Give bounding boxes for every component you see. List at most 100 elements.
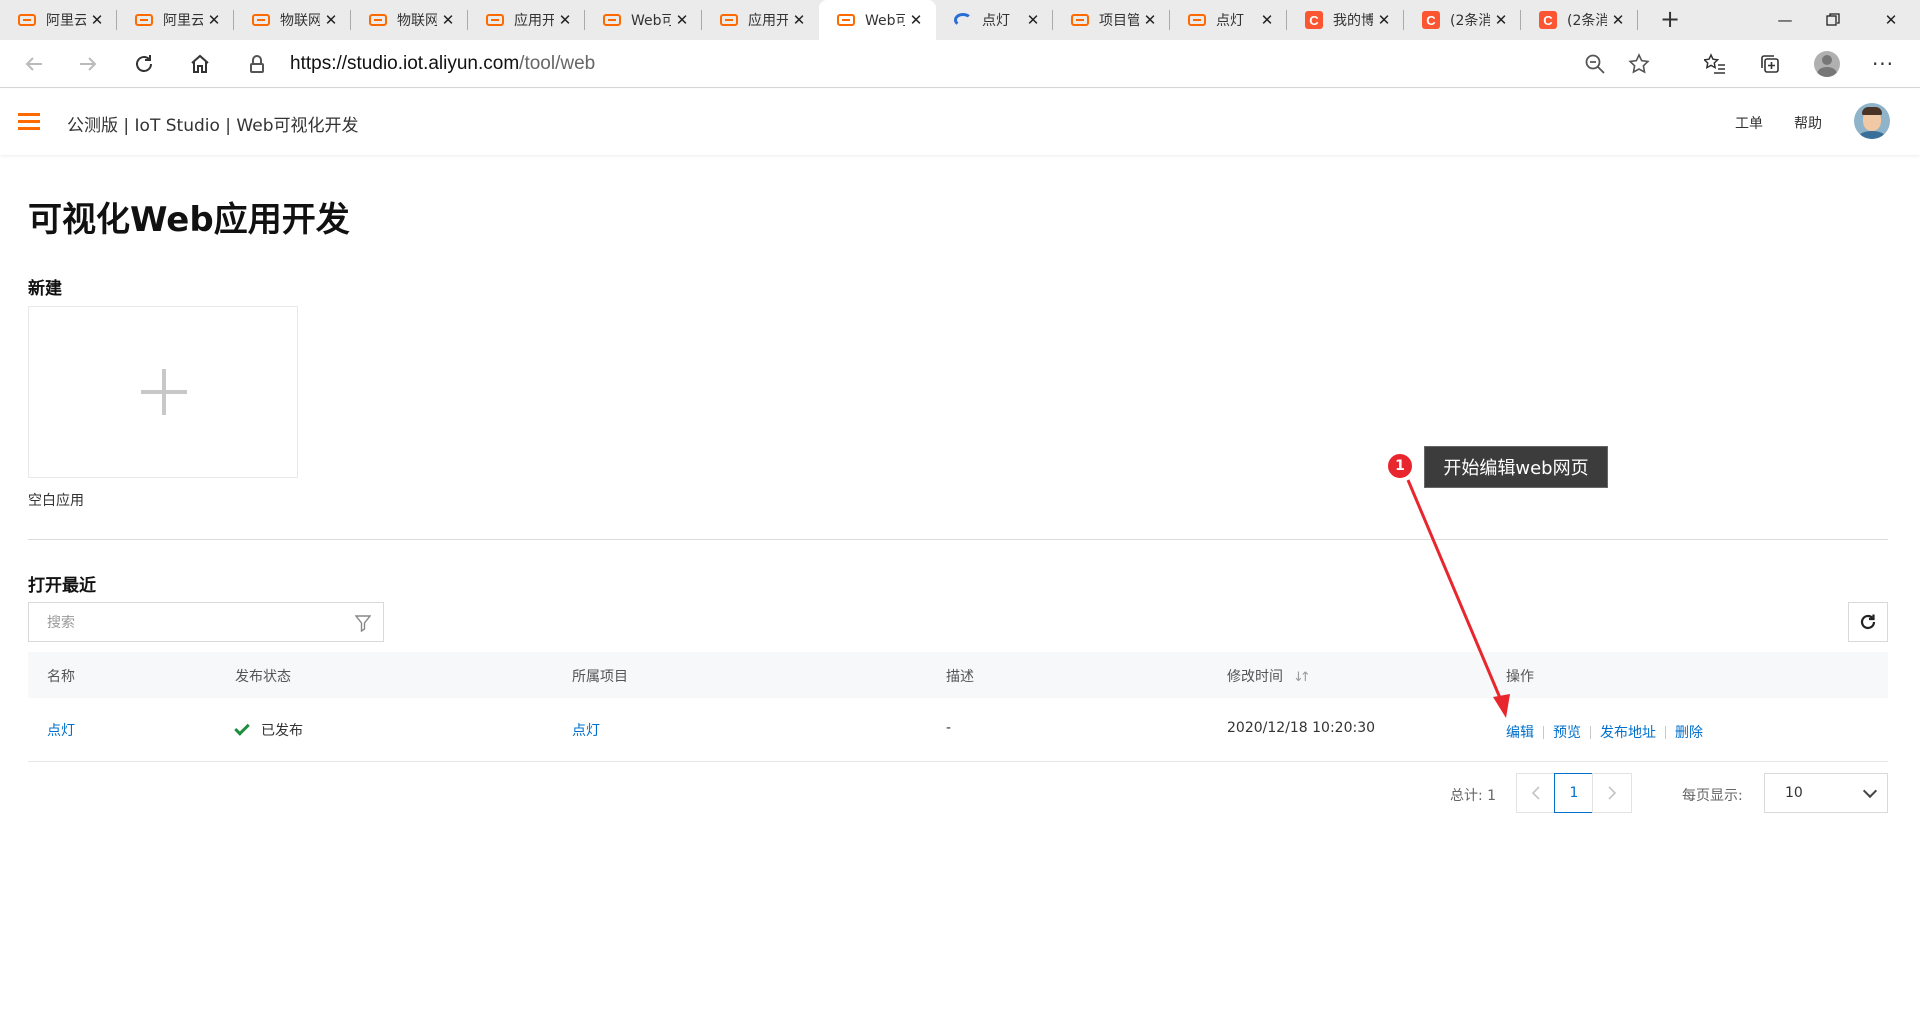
browser-tab[interactable]: 应用开 ✕: [702, 0, 819, 40]
restore-button[interactable]: [1810, 0, 1856, 40]
search-box: [28, 602, 384, 642]
help-link[interactable]: 帮助: [1794, 113, 1822, 133]
table-row: 点灯 已发布 点灯 - 2020/12/18 10:20:30 编辑 预览 发布地址…: [28, 698, 1888, 762]
filter-icon[interactable]: [354, 614, 372, 633]
edit-link[interactable]: 编辑: [1506, 725, 1534, 741]
back-button[interactable]: [16, 46, 52, 82]
col-name: 名称: [47, 669, 75, 685]
loading-icon: [954, 13, 972, 27]
more-icon: ···: [1871, 52, 1895, 76]
forward-button[interactable]: [70, 46, 106, 82]
browser-tab[interactable]: 应用开 ✕: [468, 0, 585, 40]
csdn-icon: C: [1539, 11, 1557, 29]
favorites-list-button[interactable]: [1697, 46, 1733, 82]
browser-tab[interactable]: 阿里云 ✕: [0, 0, 117, 40]
aliyun-icon: [486, 14, 504, 26]
star-icon[interactable]: [1628, 53, 1650, 79]
new-tab-button[interactable]: +: [1656, 6, 1684, 34]
profile-button[interactable]: [1809, 46, 1845, 82]
csdn-icon: C: [1422, 11, 1440, 29]
prev-page-button[interactable]: [1516, 773, 1556, 813]
tab-label: (2条消: [1450, 13, 1490, 29]
browser-tab[interactable]: Web可 ✕: [819, 0, 936, 40]
page-size-label: 每页显示:: [1682, 788, 1743, 804]
table-header: 名称 发布状态 所属项目 描述 修改时间 ↓↑ 操作: [28, 652, 1888, 698]
recent-section-heading: 打开最近: [28, 576, 96, 596]
close-window-button[interactable]: ✕: [1868, 0, 1914, 40]
close-tab-icon[interactable]: ✕: [89, 11, 105, 29]
browser-tab[interactable]: C 我的博 ✕: [1287, 0, 1404, 40]
close-tab-icon[interactable]: ✕: [1376, 11, 1392, 29]
check-icon: [234, 720, 250, 736]
tab-label: 应用开: [748, 13, 788, 29]
tab-label: 点灯: [982, 13, 1010, 29]
close-tab-icon[interactable]: ✕: [1025, 11, 1041, 29]
aliyun-icon: [837, 14, 855, 26]
blank-app-card[interactable]: [28, 306, 298, 478]
collections-icon: [1761, 55, 1779, 73]
browser-tab[interactable]: C (2条消 ✕: [1521, 0, 1638, 40]
aliyun-icon: [18, 14, 36, 26]
project-link[interactable]: 点灯: [572, 720, 600, 740]
url-text[interactable]: https://studio.iot.aliyun.com/tool/web: [290, 53, 595, 75]
browser-tab[interactable]: 点灯 ✕: [936, 0, 1053, 40]
close-tab-icon[interactable]: ✕: [557, 11, 573, 29]
reload-button[interactable]: [126, 46, 162, 82]
close-tab-icon[interactable]: ✕: [1493, 11, 1509, 29]
close-tab-icon[interactable]: ✕: [1142, 11, 1158, 29]
tab-label: 我的博: [1333, 13, 1373, 29]
browser-tab[interactable]: 物联网 ✕: [351, 0, 468, 40]
close-tab-icon[interactable]: ✕: [908, 11, 924, 29]
close-tab-icon[interactable]: ✕: [1610, 11, 1626, 29]
collections-button[interactable]: [1752, 46, 1788, 82]
browser-tab-strip: 阿里云 ✕ 阿里云 ✕ 物联网 ✕ 物联网 ✕ 应用开 ✕ Web可 ✕ 应用开 ✕ Web可 ✕ 点灯 ✕ 项目管…: [0, 0, 1920, 40]
delete-link[interactable]: 删除: [1675, 725, 1703, 741]
browser-tab[interactable]: Web可 ✕: [585, 0, 702, 40]
reload-icon: [136, 55, 152, 72]
close-tab-icon[interactable]: ✕: [1259, 11, 1275, 29]
browser-tab[interactable]: 项目管 ✕: [1053, 0, 1170, 40]
col-project: 所属项目: [572, 669, 628, 685]
lock-icon: [250, 55, 264, 73]
more-button[interactable]: ···: [1865, 46, 1901, 82]
tab-label: 阿里云: [163, 13, 203, 29]
close-tab-icon[interactable]: ✕: [206, 11, 222, 29]
browser-tab[interactable]: C (2条消 ✕: [1404, 0, 1521, 40]
close-tab-icon[interactable]: ✕: [674, 11, 690, 29]
refresh-button[interactable]: [1848, 602, 1888, 642]
close-tab-icon[interactable]: ✕: [440, 11, 456, 29]
page-size-value: 10: [1785, 785, 1803, 801]
section-divider: [28, 539, 1888, 540]
browser-tab[interactable]: 点灯 ✕: [1170, 0, 1287, 40]
tab-label: 应用开: [514, 13, 554, 29]
modified-time: 2020/12/18 10:20:30: [1227, 720, 1376, 736]
close-tab-icon[interactable]: ✕: [791, 11, 807, 29]
row-actions: 编辑 预览 发布地址 删除: [1506, 722, 1703, 742]
browser-toolbar: https://studio.iot.aliyun.com/tool/web ·…: [0, 40, 1920, 88]
publish-url-link[interactable]: 发布地址: [1600, 725, 1656, 741]
app-name-link[interactable]: 点灯: [47, 720, 75, 740]
minimize-button[interactable]: —: [1762, 0, 1808, 40]
close-tab-icon[interactable]: ✕: [323, 11, 339, 29]
ticket-link[interactable]: 工单: [1735, 113, 1763, 133]
browser-tab[interactable]: 物联网 ✕: [234, 0, 351, 40]
user-avatar[interactable]: [1854, 103, 1890, 139]
browser-tab[interactable]: 阿里云 ✕: [117, 0, 234, 40]
app-title: 公测版 | IoT Studio | Web可视化开发: [67, 116, 359, 136]
home-button[interactable]: [182, 46, 218, 82]
tab-label: Web可: [865, 13, 905, 29]
col-modified[interactable]: 修改时间 ↓↑: [1227, 666, 1311, 686]
sort-icon[interactable]: ↓↑: [1293, 670, 1311, 685]
recent-apps-table: 名称 发布状态 所属项目 描述 修改时间 ↓↑ 操作 点灯 已发布 点灯 - 20…: [28, 652, 1888, 762]
search-input[interactable]: [47, 612, 337, 634]
page-size-select[interactable]: 10: [1764, 773, 1888, 813]
address-bar[interactable]: https://studio.iot.aliyun.com/tool/web: [236, 45, 1672, 83]
tab-label: 物联网: [397, 13, 437, 29]
aliyun-icon: [369, 14, 387, 26]
next-page-button[interactable]: [1592, 773, 1632, 813]
chevron-left-icon: [1531, 786, 1540, 800]
menu-icon[interactable]: [18, 113, 40, 131]
page-1-button[interactable]: 1: [1554, 773, 1594, 813]
zoom-icon[interactable]: [1584, 53, 1606, 79]
preview-link[interactable]: 预览: [1553, 725, 1581, 741]
